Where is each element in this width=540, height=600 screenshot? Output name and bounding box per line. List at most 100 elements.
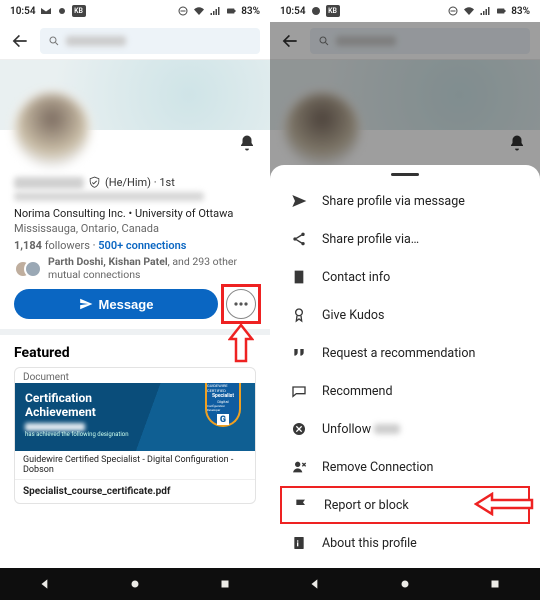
cert-name-redacted xyxy=(25,423,85,431)
unfollow-name-redacted xyxy=(374,424,400,434)
sheet-about-profile[interactable]: About this profile xyxy=(270,524,540,562)
sheet-contact-info[interactable]: Contact info xyxy=(270,258,540,296)
sheet-unfollow[interactable]: Unfollow xyxy=(270,410,540,448)
annotation-arrow-up-icon xyxy=(228,323,254,363)
stats-line: 1,184 followers · 500+ connections xyxy=(14,239,256,252)
nav-back-icon[interactable] xyxy=(308,577,322,591)
notif-dot-icon xyxy=(56,5,68,17)
sheet-label: Give Kudos xyxy=(322,308,384,323)
status-bar: 10:54 KB 83% xyxy=(270,0,540,22)
nav-recent-icon[interactable] xyxy=(218,577,232,591)
mutual-avatars xyxy=(14,260,42,278)
android-navbar xyxy=(0,568,270,600)
right-screenshot: 10:54 KB 83% (He/Him) · 1s xyxy=(270,0,540,600)
nav-recent-icon[interactable] xyxy=(488,577,502,591)
battery-icon xyxy=(225,5,237,17)
search-value-redacted xyxy=(66,36,126,46)
android-navbar xyxy=(270,568,540,600)
sheet-share-via[interactable]: Share profile via… xyxy=(270,220,540,258)
connections-link[interactable]: 500+ connections xyxy=(98,239,186,252)
gmail-icon xyxy=(40,5,52,17)
cover-photo xyxy=(0,60,270,130)
sheet-recommend[interactable]: Recommend xyxy=(270,372,540,410)
avatar[interactable] xyxy=(12,90,92,170)
sheet-handle[interactable] xyxy=(391,173,419,176)
cert-small: has achieved the following designation xyxy=(25,431,245,438)
featured-card[interactable]: Document Certification Achievement has a… xyxy=(14,367,256,504)
info-icon xyxy=(291,535,307,551)
profile-name-redacted xyxy=(14,177,84,189)
battery-icon xyxy=(495,5,507,17)
left-screenshot: 10:54 KB 83% (He/Him) · 1st xyxy=(0,0,270,600)
bell-icon xyxy=(508,134,526,152)
recommend-icon xyxy=(291,383,307,399)
bell-button[interactable] xyxy=(238,134,256,156)
search-icon xyxy=(318,35,330,47)
badge-sub2: Configuration Developer xyxy=(207,404,239,412)
sheet-label: Request a recommendation xyxy=(322,346,475,361)
status-battery: 83% xyxy=(241,6,260,17)
sheet-give-kudos[interactable]: Give Kudos xyxy=(270,296,540,334)
wifi-icon xyxy=(463,5,475,17)
status-bar: 10:54 KB 83% xyxy=(0,0,270,22)
action-sheet: Share profile via message Share profile … xyxy=(270,165,540,568)
status-battery: 83% xyxy=(511,6,530,17)
signal-icon xyxy=(479,5,491,17)
share-icon xyxy=(291,231,307,247)
sheet-label: Remove Connection xyxy=(322,460,433,475)
search-icon xyxy=(48,35,60,47)
remove-person-icon xyxy=(291,459,307,475)
badge-icon: KB xyxy=(326,5,340,17)
doc-type-label: Document xyxy=(15,368,255,383)
company-line: Norima Consulting Inc. • University of O… xyxy=(14,207,256,220)
badge-g-icon: G xyxy=(217,414,229,425)
followers-count: 1,184 xyxy=(14,239,42,252)
mutual-connections[interactable]: Parth Doshi, Kishan Patel, and 293 other… xyxy=(14,256,256,281)
sheet-label: About this profile xyxy=(322,536,417,551)
sheet-share-message[interactable]: Share profile via message xyxy=(270,182,540,220)
sheet-label: Report or block xyxy=(324,498,409,513)
badge-icon: KB xyxy=(72,5,86,17)
badge-top: GUIDEWIRE CERTIFIED xyxy=(207,383,239,393)
search-input[interactable] xyxy=(40,28,260,54)
dnd-icon xyxy=(447,5,459,17)
location-line: Mississauga, Ontario, Canada xyxy=(14,222,256,235)
sheet-label: Share profile via… xyxy=(322,232,419,247)
status-time: 10:54 xyxy=(280,6,306,17)
contact-book-icon xyxy=(291,269,307,285)
unfollow-icon xyxy=(291,421,307,437)
back-icon xyxy=(280,31,300,51)
doc-filename: Specialist_course_certificate.pdf xyxy=(15,479,255,503)
cert-badge: GUIDEWIRE CERTIFIED Specialist Digital C… xyxy=(205,383,241,427)
pronouns: (He/Him) xyxy=(105,176,151,189)
sheet-label: Share profile via message xyxy=(322,194,465,209)
message-button-label: Message xyxy=(99,297,154,312)
chat-icon xyxy=(310,5,322,17)
send-icon xyxy=(291,193,307,209)
flag-icon xyxy=(293,497,309,513)
quote-icon xyxy=(291,345,307,361)
nav-home-icon[interactable] xyxy=(398,577,412,591)
signal-icon xyxy=(209,5,221,17)
search-input xyxy=(310,28,530,54)
connection-degree: 1st xyxy=(159,176,174,189)
wifi-icon xyxy=(193,5,205,17)
bell-icon xyxy=(238,134,256,152)
message-button[interactable]: Message xyxy=(14,289,218,319)
annotation-box xyxy=(221,284,261,324)
app-header xyxy=(0,22,270,60)
back-icon[interactable] xyxy=(10,31,30,51)
cert-preview: Certification Achievement has achieved t… xyxy=(15,383,255,451)
verified-shield-icon xyxy=(88,176,101,189)
sheet-label: Recommend xyxy=(322,384,393,399)
status-time: 10:54 xyxy=(10,6,36,17)
kudos-icon xyxy=(291,307,307,323)
sheet-remove-connection[interactable]: Remove Connection xyxy=(270,448,540,486)
followers-label: followers xyxy=(45,239,90,252)
annotation-arrow-left-icon xyxy=(474,492,534,516)
sheet-request-recommendation[interactable]: Request a recommendation xyxy=(270,334,540,372)
nav-back-icon[interactable] xyxy=(38,577,52,591)
nav-home-icon[interactable] xyxy=(128,577,142,591)
send-icon xyxy=(79,297,93,311)
sheet-label: Unfollow xyxy=(322,422,371,437)
